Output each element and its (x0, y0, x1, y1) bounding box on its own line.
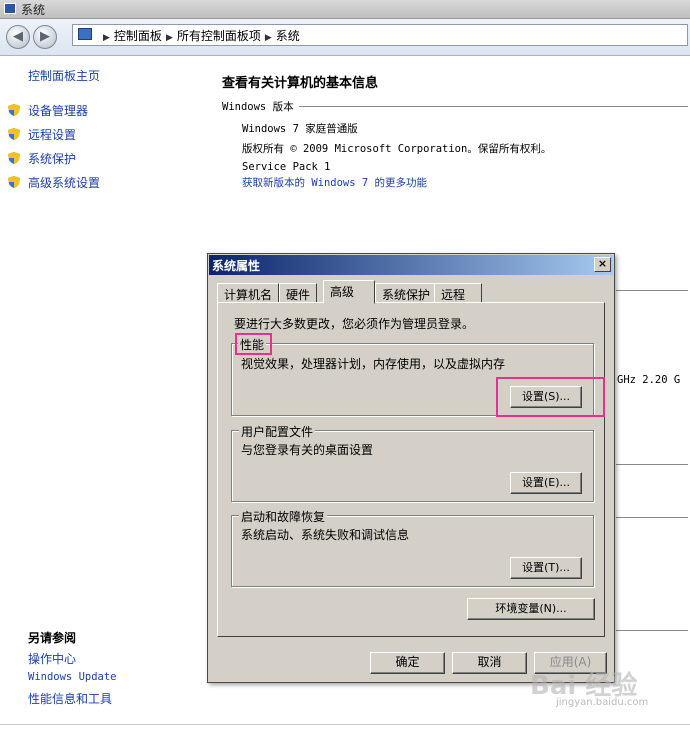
shield-icon (8, 176, 20, 188)
status-divider (0, 724, 690, 725)
back-button[interactable]: ◀ (6, 25, 30, 49)
chevron-right-icon[interactable]: ▶ (166, 33, 173, 43)
ok-button[interactable]: 确定 (370, 652, 445, 674)
admin-note: 要进行大多数更改，您必须作为管理员登录。 (234, 317, 475, 331)
service-pack: Service Pack 1 (242, 161, 331, 173)
highlight-box (496, 377, 605, 417)
forward-button[interactable]: ▶ (33, 25, 57, 49)
copyright-text: 版权所有 © 2009 Microsoft Corporation。保留所有权利… (242, 143, 552, 155)
window-title-bar: 系统 (0, 0, 690, 19)
section-divider (616, 517, 688, 518)
sidebar-item-remote-settings[interactable]: 远程设置 (28, 126, 76, 143)
control-panel-home-link[interactable]: 控制面板主页 (28, 67, 100, 84)
user-profiles-description: 与您登录有关的桌面设置 (241, 443, 374, 457)
control-panel-icon (78, 28, 92, 40)
user-profiles-settings-button[interactable]: 设置(E)... (510, 472, 582, 494)
startup-recovery-settings-button[interactable]: 设置(T)... (510, 557, 582, 579)
tab-advanced[interactable]: 高级 (323, 280, 375, 304)
cancel-button[interactable]: 取消 (452, 652, 527, 674)
breadcrumb: ▶ 控制面板 ▶ 所有控制面板项 ▶ 系统 (99, 27, 300, 44)
processor-speed-fragment: GHz 2.20 G (617, 374, 681, 386)
close-button[interactable]: × (594, 257, 611, 272)
see-also-action-center[interactable]: 操作中心 (28, 650, 76, 667)
startup-recovery-group-title: 启动和故障恢复 (239, 508, 328, 525)
window-title: 系统 (21, 3, 46, 17)
tab-panel-advanced: 要进行大多数更改，您必须作为管理员登录。 性能 视觉效果，处理器计划，内存使用，… (217, 302, 605, 637)
dialog-title-bar[interactable]: 系统属性 × (209, 255, 613, 275)
section-divider (616, 290, 688, 291)
breadcrumb-item[interactable]: 控制面板 (114, 29, 162, 43)
arrow-left-icon: ◀ (13, 29, 23, 44)
windows-edition-label: Windows 版本 (222, 101, 294, 113)
see-also-title: 另请参阅 (28, 631, 77, 645)
performance-description: 视觉效果，处理器计划，内存使用，以及虚拟内存 (241, 357, 506, 371)
section-divider (616, 630, 688, 631)
tab-remote[interactable]: 远程 (434, 283, 482, 303)
chevron-right-icon[interactable]: ▶ (103, 33, 110, 43)
window-app-icon (4, 3, 16, 14)
tab-computer-name[interactable]: 计算机名 (217, 283, 280, 303)
breadcrumb-item[interactable]: 系统 (276, 29, 300, 43)
sidebar-item-device-manager[interactable]: 设备管理器 (28, 102, 88, 119)
tab-hardware[interactable]: 硬件 (279, 283, 318, 303)
see-also-performance-tools[interactable]: 性能信息和工具 (28, 690, 112, 707)
tab-system-protection[interactable]: 系统保护 (375, 283, 438, 303)
page-title: 查看有关计算机的基本信息 (222, 76, 379, 91)
user-profiles-group-title: 用户配置文件 (239, 423, 316, 440)
shield-icon (8, 104, 20, 116)
sidebar-item-advanced-settings[interactable]: 高级系统设置 (28, 174, 100, 191)
chevron-right-icon[interactable]: ▶ (265, 33, 272, 43)
shield-icon (8, 128, 20, 140)
windows-edition: Windows 7 家庭普通版 (242, 123, 358, 135)
more-features-link[interactable]: 获取新版本的 Windows 7 的更多功能 (242, 175, 427, 190)
highlight-box (235, 333, 272, 355)
environment-variables-button[interactable]: 环境变量(N)... (467, 598, 595, 620)
shield-icon (8, 152, 20, 164)
close-icon: × (597, 257, 608, 270)
section-divider (616, 464, 688, 465)
system-properties-dialog: 系统属性 × 计算机名 硬件 高级 系统保护 远程 要进行大多数更改，您必须作为… (207, 253, 615, 683)
section-divider (299, 106, 688, 107)
startup-recovery-description: 系统启动、系统失败和调试信息 (241, 528, 410, 542)
sidebar-item-system-protection[interactable]: 系统保护 (28, 150, 76, 167)
arrow-right-icon: ▶ (40, 29, 50, 44)
see-also-windows-update[interactable]: Windows Update (28, 671, 117, 683)
breadcrumb-item[interactable]: 所有控制面板项 (177, 29, 261, 43)
dialog-title: 系统属性 (212, 259, 261, 273)
address-bar[interactable]: ▶ 控制面板 ▶ 所有控制面板项 ▶ 系统 (72, 24, 688, 46)
watermark-url: jingyan.baidu.com (556, 697, 649, 708)
